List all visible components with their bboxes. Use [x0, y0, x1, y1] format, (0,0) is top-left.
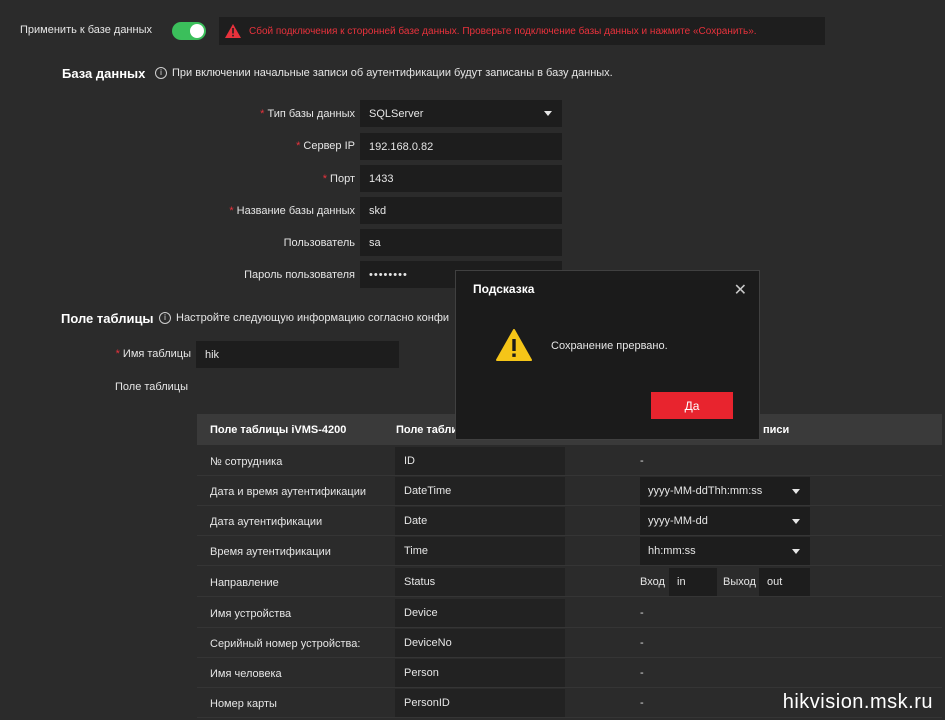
db-type-select[interactable]: SQLServer: [360, 100, 562, 127]
user-input[interactable]: sa: [360, 229, 562, 256]
table-section-hint: i Настройте следующую информацию согласн…: [159, 312, 449, 324]
row-format-select[interactable]: yyyy-MM-dd: [640, 507, 810, 535]
db-type-label: * Тип базы данных: [260, 108, 355, 120]
direction-in-input[interactable]: in: [669, 568, 717, 596]
database-hint: i При включении начальные записи об ауте…: [155, 67, 613, 79]
table-section-title: Поле таблицы: [61, 311, 154, 326]
apply-to-database-toggle[interactable]: [172, 22, 206, 40]
warning-icon: [225, 24, 241, 38]
hint-dialog: Подсказка ✕ Сохранение прервано. Да: [455, 270, 760, 440]
row-field-input[interactable]: PersonID: [395, 689, 565, 717]
row-name: № сотрудника: [210, 456, 283, 468]
port-label: * Порт: [322, 173, 355, 185]
table-section-hint-text: Настройте следующую информацию согласно …: [176, 312, 450, 324]
row-format-select[interactable]: yyyy-MM-ddThh:mm:ss: [640, 477, 810, 505]
ok-button[interactable]: Да: [651, 392, 733, 419]
row-field-input[interactable]: Time: [395, 537, 565, 565]
table-row: Имя устройства Device -: [197, 598, 942, 628]
close-icon[interactable]: ✕: [734, 280, 747, 300]
info-icon: i: [155, 67, 167, 79]
apply-to-database-label: Применить к базе данных: [20, 24, 152, 36]
row-name: Номер карты: [210, 698, 277, 710]
column-header-ivms: Поле таблицы iVMS-4200: [210, 424, 347, 436]
server-ip-label: * Сервер IP: [296, 140, 355, 152]
direction-out-label: Выход: [723, 576, 756, 588]
port-input[interactable]: 1433: [360, 165, 562, 192]
connection-error-alert: Сбой подключения к сторонней базе данных…: [219, 17, 825, 45]
row-field-input[interactable]: DateTime: [395, 477, 565, 505]
table-row: Дата и время аутентификации DateTime yyy…: [197, 476, 942, 506]
watermark: hikvision.msk.ru: [782, 691, 933, 713]
db-type-value: SQLServer: [369, 107, 424, 120]
chevron-down-icon: [792, 549, 800, 554]
db-name-input[interactable]: skd: [360, 197, 562, 224]
database-section-title: База данных: [62, 66, 146, 81]
row-field-input[interactable]: Status: [395, 568, 565, 596]
table-fields-label: Поле таблицы: [115, 381, 188, 393]
dialog-title: Подсказка: [473, 282, 535, 296]
row-format-empty: -: [640, 637, 644, 649]
row-field-input[interactable]: DeviceNo: [395, 629, 565, 657]
row-name: Серийный номер устройства:: [210, 638, 361, 650]
server-ip-input[interactable]: 192.168.0.82: [360, 133, 562, 160]
row-format-empty: -: [640, 697, 644, 709]
table-row: Серийный номер устройства: DeviceNo -: [197, 628, 942, 658]
row-name: Имя устройства: [210, 608, 292, 620]
row-name: Дата и время аутентификации: [210, 486, 367, 498]
row-format-empty: -: [640, 455, 644, 467]
row-format-empty: -: [640, 607, 644, 619]
row-format-empty: -: [640, 667, 644, 679]
row-format-value: yyyy-MM-ddThh:mm:ss: [648, 485, 763, 497]
row-field-input[interactable]: ID: [395, 447, 565, 475]
direction-in-label: Вход: [640, 576, 665, 588]
row-name: Имя человека: [210, 668, 282, 680]
database-hint-text: При включении начальные записи об аутент…: [172, 67, 613, 79]
table-row: Направление Status Вход in Выход out: [197, 567, 942, 597]
table-name-input[interactable]: hik: [196, 341, 399, 368]
table-row: Дата аутентификации Date yyyy-MM-dd: [197, 506, 942, 536]
alert-text: Сбой подключения к сторонней базе данных…: [249, 25, 757, 37]
row-field-input[interactable]: Person: [395, 659, 565, 687]
row-name: Время аутентификации: [210, 546, 331, 558]
chevron-down-icon: [792, 489, 800, 494]
direction-out-input[interactable]: out: [759, 568, 810, 596]
column-header-field: Поле табли: [396, 424, 459, 436]
row-name: Направление: [210, 577, 279, 589]
table-row: № сотрудника ID -: [197, 446, 942, 476]
chevron-down-icon: [792, 519, 800, 524]
dialog-message: Сохранение прервано.: [551, 340, 668, 352]
warning-icon: [496, 329, 532, 361]
table-row: Время аутентификации Time hh:mm:ss: [197, 536, 942, 566]
row-name: Дата аутентификации: [210, 516, 323, 528]
info-icon: i: [159, 312, 171, 324]
password-label: Пароль пользователя: [244, 269, 355, 281]
table-name-label: * Имя таблицы: [115, 348, 191, 360]
chevron-down-icon: [544, 111, 552, 116]
row-field-input[interactable]: Device: [395, 599, 565, 627]
column-header-format: писи: [763, 424, 790, 436]
row-format-value: hh:mm:ss: [648, 545, 696, 557]
row-field-input[interactable]: Date: [395, 507, 565, 535]
db-name-label: * Название базы данных: [229, 205, 355, 217]
table-row: Имя человека Person -: [197, 658, 942, 688]
row-format-value: yyyy-MM-dd: [648, 515, 708, 527]
user-label: Пользователь: [283, 237, 355, 249]
row-format-select[interactable]: hh:mm:ss: [640, 537, 810, 565]
